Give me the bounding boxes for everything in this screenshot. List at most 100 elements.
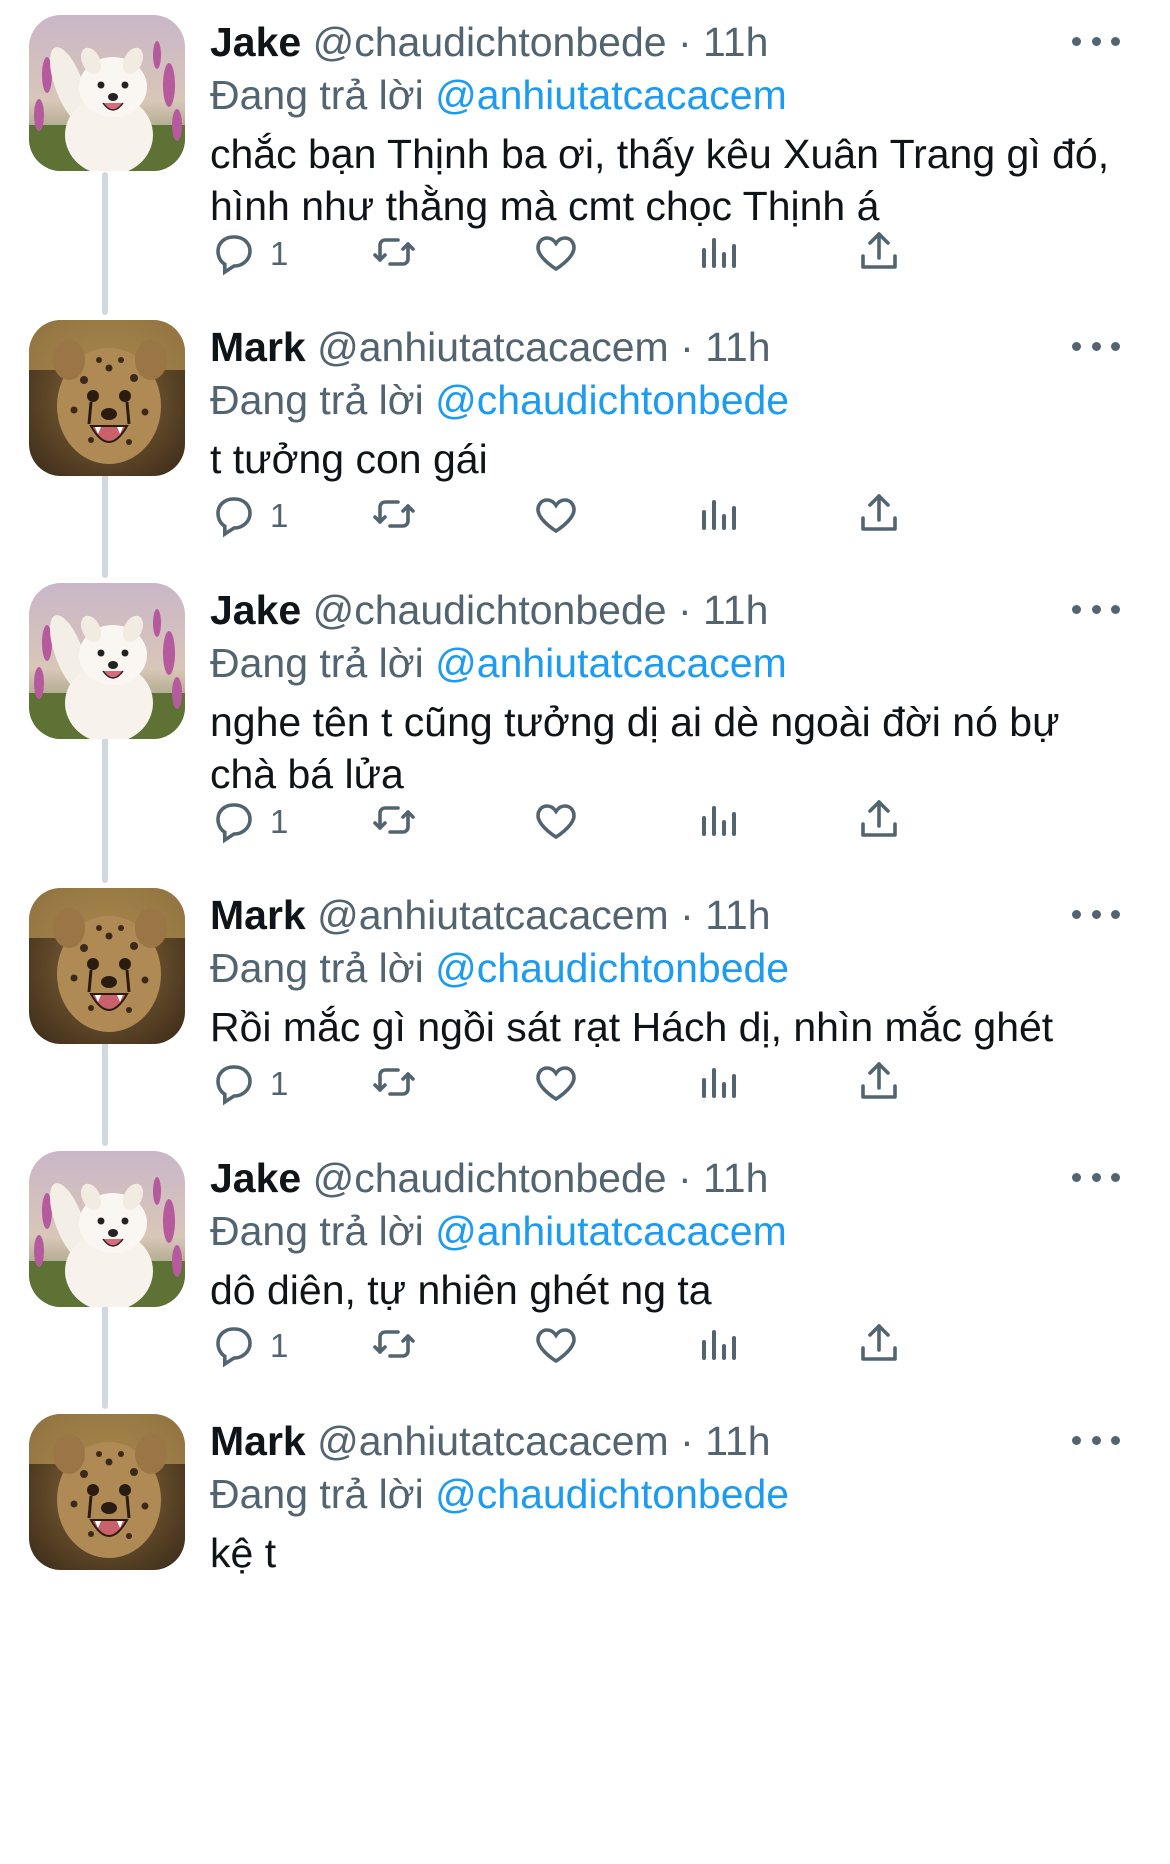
views-button[interactable] — [694, 1054, 742, 1114]
user-handle[interactable]: @chaudichtonbede — [313, 1155, 667, 1201]
replying-to: Đang trả lời @chaudichtonbede — [210, 943, 789, 993]
analytics-icon — [694, 1058, 742, 1111]
reply-button[interactable]: 1 — [210, 486, 288, 546]
views-button[interactable] — [694, 792, 742, 852]
share-button[interactable] — [855, 224, 903, 284]
reply-button[interactable]: 1 — [210, 1054, 288, 1114]
reply-to-link[interactable]: @anhiutatcacacem — [435, 72, 787, 118]
dog-avatar[interactable] — [29, 583, 185, 739]
share-button[interactable] — [855, 486, 903, 546]
user-handle[interactable]: @chaudichtonbede — [313, 587, 667, 633]
tweet-text: chắc bạn Thịnh ba ơi, thấy kêu Xuân Tran… — [210, 131, 1110, 229]
reply-thread: Jake @chaudichtonbede · 11h Đang trả lời… — [0, 0, 1170, 1864]
reply-button[interactable]: 1 — [210, 224, 288, 284]
tweet-header: Mark @anhiutatcacacem · 11h — [210, 891, 1110, 939]
more-dots-icon[interactable] — [1072, 26, 1120, 56]
reply-to-link[interactable]: @chaudichtonbede — [435, 377, 789, 423]
reply-button[interactable]: 1 — [210, 792, 288, 852]
reply-button[interactable]: 1 — [210, 1316, 288, 1376]
comment-icon — [210, 1320, 258, 1373]
cheetah-avatar[interactable] — [29, 320, 185, 476]
timestamp[interactable]: 11h — [703, 1155, 768, 1201]
share-icon — [855, 1320, 903, 1373]
replying-to: Đang trả lời @chaudichtonbede — [210, 375, 789, 425]
dog-avatar[interactable] — [29, 15, 185, 171]
share-icon — [855, 796, 903, 849]
reply-count: 1 — [270, 497, 289, 534]
retweet-button[interactable] — [370, 792, 418, 852]
tweet-text: Rồi mắc gì ngồi sát rạt Hách dị, nhìn mắ… — [210, 1004, 1054, 1050]
more-dots-icon[interactable] — [1072, 331, 1120, 361]
retweet-icon — [370, 228, 418, 281]
timestamp[interactable]: 11h — [705, 1418, 770, 1464]
display-name[interactable]: Jake — [210, 587, 301, 633]
share-button[interactable] — [855, 1316, 903, 1376]
share-button[interactable] — [855, 1054, 903, 1114]
retweet-button[interactable] — [370, 1054, 418, 1114]
display-name[interactable]: Jake — [210, 19, 301, 65]
share-button[interactable] — [855, 792, 903, 852]
views-button[interactable] — [694, 1316, 742, 1376]
thread-line — [102, 172, 108, 315]
separator: · — [680, 324, 694, 370]
separator: · — [680, 892, 694, 938]
reply-count: 1 — [270, 1327, 289, 1364]
tweet-text: t tưởng con gái — [210, 436, 488, 482]
views-button[interactable] — [694, 486, 742, 546]
tweet-text: nghe tên t cũng tưởng dị ai dè ngoài đời… — [210, 699, 1060, 797]
timestamp[interactable]: 11h — [705, 324, 770, 370]
more-dots-icon[interactable] — [1072, 899, 1120, 929]
comment-icon — [210, 1058, 258, 1111]
separator: · — [677, 1155, 692, 1201]
heart-icon — [532, 228, 580, 281]
dog-avatar[interactable] — [29, 1151, 185, 1307]
replying-to: Đang trả lời @anhiutatcacacem — [210, 638, 787, 688]
replying-to-label: Đang trả lời — [210, 377, 424, 423]
more-dots-icon[interactable] — [1072, 594, 1120, 624]
tweet-actions: 1 — [210, 224, 1110, 284]
like-button[interactable] — [532, 1316, 580, 1376]
more-dots-icon[interactable] — [1072, 1425, 1120, 1455]
like-button[interactable] — [532, 486, 580, 546]
cheetah-avatar[interactable] — [29, 1414, 185, 1570]
heart-icon — [532, 796, 580, 849]
display-name[interactable]: Mark — [210, 1418, 306, 1464]
like-button[interactable] — [532, 1054, 580, 1114]
display-name[interactable]: Jake — [210, 1155, 301, 1201]
retweet-button[interactable] — [370, 486, 418, 546]
like-button[interactable] — [532, 224, 580, 284]
separator: · — [680, 1418, 694, 1464]
user-handle[interactable]: @anhiutatcacacem — [317, 1418, 669, 1464]
timestamp[interactable]: 11h — [705, 892, 770, 938]
tweet-header: Mark @anhiutatcacacem · 11h — [210, 323, 1110, 371]
heart-icon — [532, 1320, 580, 1373]
reply-count: 1 — [270, 803, 289, 840]
separator: · — [677, 19, 692, 65]
display-name[interactable]: Mark — [210, 892, 306, 938]
comment-icon — [210, 228, 258, 281]
display-name[interactable]: Mark — [210, 324, 306, 370]
timestamp[interactable]: 11h — [703, 19, 768, 65]
user-handle[interactable]: @chaudichtonbede — [313, 19, 667, 65]
tweet-header: Jake @chaudichtonbede · 11h — [210, 18, 1110, 66]
heart-icon — [532, 490, 580, 543]
reply-to-link[interactable]: @anhiutatcacacem — [435, 640, 787, 686]
views-button[interactable] — [694, 224, 742, 284]
reply-to-link[interactable]: @chaudichtonbede — [435, 1471, 789, 1517]
more-dots-icon[interactable] — [1072, 1162, 1120, 1192]
cheetah-avatar[interactable] — [29, 888, 185, 1044]
reply-to-link[interactable]: @chaudichtonbede — [435, 945, 789, 991]
heart-icon — [532, 1058, 580, 1111]
retweet-button[interactable] — [370, 1316, 418, 1376]
user-handle[interactable]: @anhiutatcacacem — [317, 324, 669, 370]
retweet-button[interactable] — [370, 224, 418, 284]
reply-to-link[interactable]: @anhiutatcacacem — [435, 1208, 787, 1254]
analytics-icon — [694, 1320, 742, 1373]
share-icon — [855, 490, 903, 543]
like-button[interactable] — [532, 792, 580, 852]
analytics-icon — [694, 228, 742, 281]
user-handle[interactable]: @anhiutatcacacem — [317, 892, 669, 938]
replying-to-label: Đang trả lời — [210, 72, 424, 118]
timestamp[interactable]: 11h — [703, 587, 768, 633]
separator: · — [677, 587, 692, 633]
